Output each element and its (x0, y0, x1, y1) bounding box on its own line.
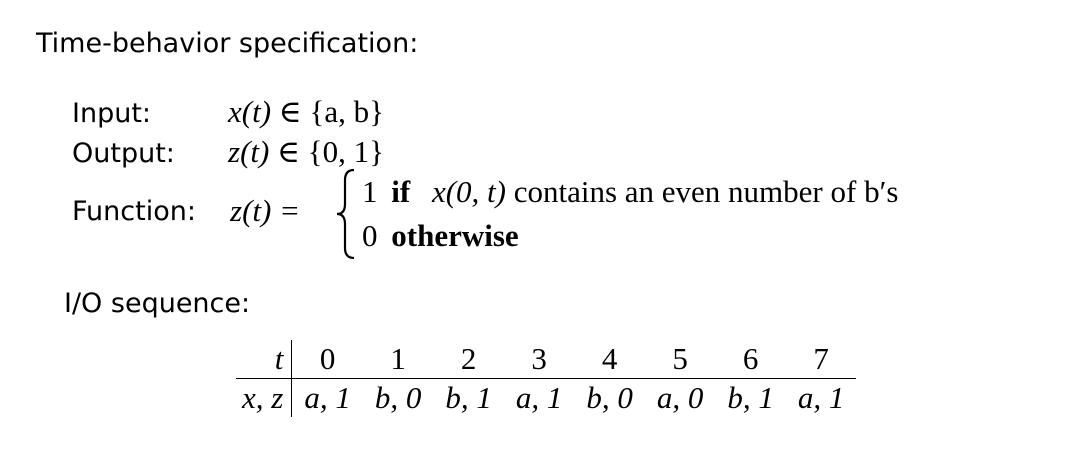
case-one: 1 if x(0, t) contains an even number of … (362, 174, 898, 210)
case-one-keyword: if (391, 174, 411, 209)
left-brace-icon (336, 168, 355, 260)
time-cell: 0 (291, 340, 363, 379)
input-expression: x(t) ∈ {a, b} (228, 94, 384, 130)
io-pair-cell: a, 1 (797, 380, 845, 415)
output-set: {0, 1} (307, 134, 385, 169)
case-one-value: 1 (362, 174, 378, 209)
input-label: Input: (72, 98, 152, 129)
time-cell: 5 (644, 340, 716, 379)
time-cell: 7 (785, 340, 857, 379)
io-pair-cell: b, 0 (586, 380, 633, 415)
time-cell: 4 (574, 340, 645, 379)
page: { "heading": "Time-behavior specificatio… (0, 0, 1078, 466)
time-row-header: t (236, 340, 293, 379)
time-cell: 2 (433, 340, 504, 379)
output-relation: ∈ (277, 134, 301, 169)
io-row-header: x, z (236, 378, 293, 417)
input-set: {a, b} (309, 94, 385, 129)
input-lhs: x(t) (228, 94, 272, 129)
output-lhs: z(t) (228, 134, 270, 169)
io-pair-cell: b, 1 (445, 380, 492, 415)
io-pair-cell: a, 0 (656, 380, 704, 415)
time-cell: 6 (715, 340, 786, 379)
io-pair-cell: a, 1 (515, 380, 563, 415)
io-pair-cell: a, 1 (304, 380, 351, 415)
time-cell: 1 (362, 340, 434, 379)
case-one-condition-var: x(0, t) (431, 174, 506, 209)
case-two-keyword: otherwise (391, 218, 519, 253)
case-two-value: 0 (362, 218, 378, 253)
function-lhs: z(t) = (230, 193, 300, 228)
case-two: 0 otherwise (362, 218, 519, 254)
output-expression: z(t) ∈ {0, 1} (228, 134, 384, 170)
case-one-condition-text: contains an even number of (513, 174, 857, 209)
time-cell: 3 (503, 340, 575, 379)
time-row: t 0 1 2 3 4 5 6 7 (236, 340, 857, 379)
input-relation: ∈ (278, 94, 302, 129)
function-label: Function: (72, 196, 196, 227)
io-pair-cell: b, 1 (727, 380, 774, 415)
output-label: Output: (72, 138, 175, 169)
section-heading: Time-behavior specification: (36, 28, 419, 59)
io-pair-row: x, z a, 1 b, 0 b, 1 a, 1 b, 0 a, 0 b, 1 … (236, 378, 856, 417)
case-one-condition-end: b′s (864, 174, 899, 209)
io-sequence-table: t 0 1 2 3 4 5 6 7 x, z a, 1 b, 0 b, 1 a,… (236, 340, 857, 417)
io-sequence-heading: I/O sequence: (64, 288, 251, 319)
io-pair-cell: b, 0 (374, 380, 422, 415)
